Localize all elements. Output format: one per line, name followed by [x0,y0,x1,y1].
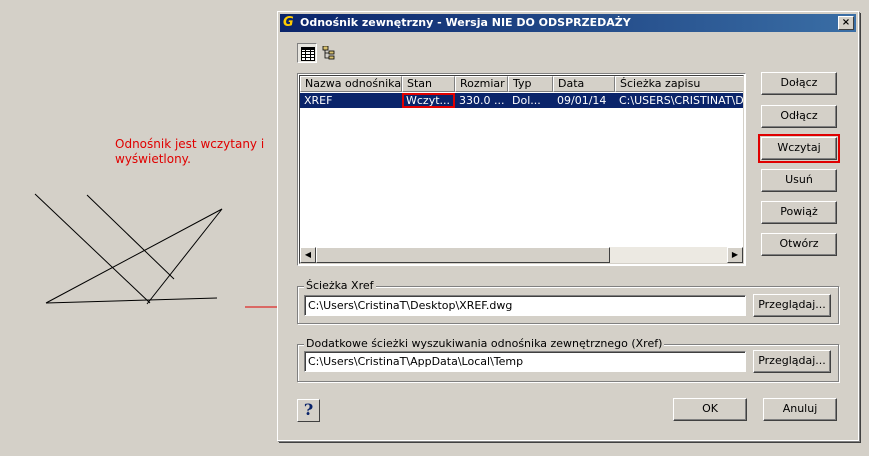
browse-xref-button[interactable]: Przeglądaj... [753,294,831,317]
column-header-name[interactable]: Nazwa odnośnika [300,76,402,92]
open-button[interactable]: Otwórz [761,233,837,256]
title-bar[interactable]: G Odnośnik zewnętrzny - Wersja NIE DO OD… [280,14,856,32]
ok-button[interactable]: OK [673,398,747,421]
unload-button[interactable]: Usuń [761,169,837,192]
column-header-path[interactable]: Ścieżka zapisu [615,76,743,92]
bind-button[interactable]: Powiąż [761,201,837,224]
reload-button[interactable]: Wczytaj [758,134,840,163]
xref-path-label: Ścieżka Xref [304,279,376,293]
drawing-line [45,297,218,304]
xref-path-group: Ścieżka Xref C:\Users\CristinaT\Desktop\… [297,279,839,324]
annotation-line: wyświetlony. [115,152,191,166]
cell-path: C:\USERS\CRISTINAT\D [615,93,743,108]
help-button[interactable]: ? [297,399,320,422]
app-icon: G [283,15,294,30]
dialog-title: Odnośnik zewnętrzny - Wersja NIE DO ODSP… [300,16,631,29]
list-view-button[interactable] [297,43,317,63]
drawing-line [86,194,175,280]
annotation-line: Odnośnik jest wczytany i [115,137,265,151]
xref-dialog: G Odnośnik zewnętrzny - Wersja NIE DO OD… [277,11,859,441]
attach-button[interactable]: Dołącz [761,72,837,95]
column-header-status[interactable]: Stan [402,76,455,92]
column-header-size[interactable]: Rozmiar [455,76,508,92]
cancel-button[interactable]: Anuluj [763,398,837,421]
detach-button[interactable]: Odłącz [761,105,837,128]
close-button[interactable]: × [838,16,854,30]
drawing-line [34,193,151,304]
scroll-thumb[interactable] [316,247,610,263]
cell-name: XREF [300,93,402,108]
cell-date: 09/01/14 [553,93,615,108]
column-header-type[interactable]: Typ [508,76,553,92]
cell-status: Wczyt... [402,93,455,108]
search-paths-group: Dodatkowe ścieżki wyszukiwania odnośnika… [297,337,839,382]
cell-size: 330.0 ... [455,93,508,108]
search-paths-input[interactable]: C:\Users\CristinaT\AppData\Local\Temp [304,351,746,372]
column-header-date[interactable]: Data [553,76,615,92]
cell-type: Dol... [508,93,553,108]
browse-search-paths-button[interactable]: Przeglądaj... [753,350,831,373]
scroll-left-icon[interactable]: ◀ [300,247,316,263]
search-paths-label: Dodatkowe ścieżki wyszukiwania odnośnika… [304,337,665,351]
tree-view-button[interactable] [319,43,339,63]
xref-path-input[interactable]: C:\Users\CristinaT\Desktop\XREF.dwg [304,295,746,316]
annotation-text: Odnośnik jest wczytany i wyświetlony. [115,137,275,167]
xref-list[interactable]: Nazwa odnośnika Stan Rozmiar Typ Data Śc… [297,73,746,266]
horizontal-scrollbar[interactable]: ◀ ▶ [300,247,743,263]
drawing-triangle [45,208,223,305]
list-view-icon [301,47,315,61]
table-row[interactable]: XREF Wczyt... 330.0 ... Dol... 09/01/14 … [300,93,743,108]
tree-view-icon [322,46,335,60]
scroll-right-icon[interactable]: ▶ [727,247,743,263]
